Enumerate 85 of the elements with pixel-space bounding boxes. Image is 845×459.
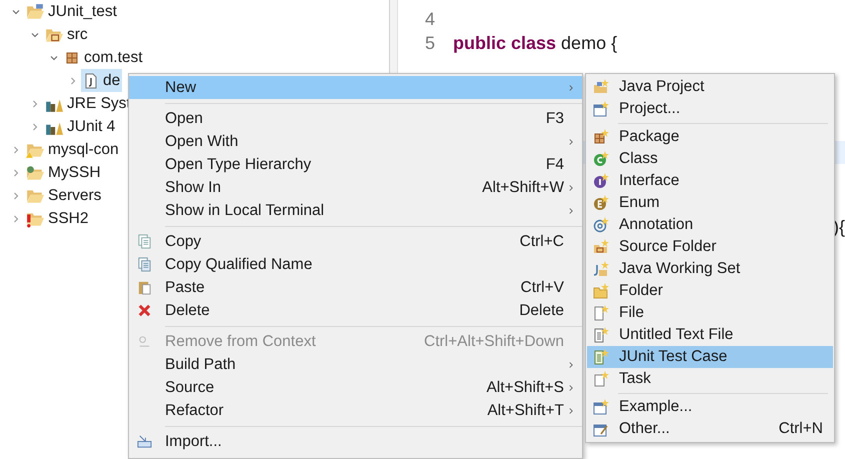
delete-icon [137,303,152,318]
tree-item[interactable]: JUnit 4 [43,114,118,138]
folder-icon [593,283,609,299]
folder-icon [593,79,609,95]
menu-item[interactable]: Delete Delete [129,299,582,322]
tree-item[interactable]: JUnit_test [24,0,119,24]
copy-icon [137,234,152,249]
working-set-icon [593,261,609,277]
menu-item[interactable]: Class [587,148,833,170]
shortcut-label: Ctrl+N [778,419,823,440]
shortcut-label: Alt+Shift+W [482,178,564,198]
menu-item[interactable]: Paste Ctrl+V [129,276,582,299]
code-line: public class demo { [453,32,618,56]
menu-item[interactable]: Import... [129,430,582,453]
import-icon [137,434,152,449]
shortcut-label: Alt+Shift+S [486,378,564,398]
menu-item[interactable]: Other... Ctrl+N [587,418,833,440]
file-icon [593,371,609,387]
menu-item[interactable]: Example... [587,396,833,418]
menu-item[interactable]: Source Folder [587,236,833,258]
shortcut-label: Delete [519,300,564,321]
clipboard-icon [137,280,152,295]
tree-item[interactable]: com.test [62,46,145,70]
shortcut-label: F3 [546,108,564,129]
text-file-icon [593,349,609,365]
tree-item-label: mysql-con [48,140,119,160]
circle-letter-icon [593,195,609,211]
tree-item[interactable]: mysql-con [24,138,121,162]
shortcut-label: Ctrl+Alt+Shift+Down [424,332,564,352]
menu-item[interactable]: Open Type Hierarchy F4 [129,153,582,176]
copy-icon [137,257,152,272]
tree-item[interactable]: de [81,68,122,92]
shortcut-label: F4 [546,154,564,175]
folder-icon [26,164,44,182]
menu-item[interactable]: Folder [587,280,833,302]
tree-item[interactable]: src [43,22,90,46]
package-icon [64,50,80,66]
tree-item-label: SSH2 [48,208,88,229]
menu-item[interactable]: Java Project [587,76,833,98]
window-icon [593,101,609,117]
shortcut-label: Ctrl+C [520,232,564,252]
menu-item[interactable]: Copy Qualified Name [129,253,582,276]
menu-item[interactable]: Task [587,368,833,390]
tree-item[interactable]: MySSH [24,160,103,184]
menu-item[interactable]: Build Path [129,353,582,376]
tree-item-label: com.test [84,48,143,68]
menu-item[interactable]: Enum [587,192,833,214]
menu-item[interactable]: Java Working Set [587,258,833,280]
menu-item[interactable]: Annotation [587,214,833,236]
menu-item[interactable]: JUnit Test Case [587,346,833,368]
menu-item[interactable]: Open With [129,130,582,153]
tree-item-label: Servers [48,186,102,206]
shortcut-label: Alt+Shift+T [487,400,564,421]
tree-item-label: JUnit_test [48,2,117,22]
menu-item[interactable]: Show In Alt+Shift+W [129,176,582,199]
tree-item-label: MySSH [48,162,101,183]
menu-item[interactable]: New [129,76,582,99]
file-icon [83,72,99,88]
menu-item[interactable]: Source Alt+Shift+S [129,376,582,399]
circle-letter-icon [593,173,609,189]
package-icon [593,129,609,145]
menu-item[interactable]: Refactor Alt+Shift+T [129,399,582,422]
menu-item[interactable]: Package [587,126,833,148]
line-number: 5 [424,32,435,56]
menu-item[interactable]: File [587,302,833,324]
tree-item-label: de [103,70,120,91]
file-icon [593,305,609,321]
menu-item[interactable]: Interface [587,170,833,192]
folder-icon [593,239,609,255]
menu-item[interactable]: Open F3 [129,107,582,130]
tree-item-label: src [67,24,88,45]
line-number: 4 [424,8,435,31]
menu-item[interactable]: Project... [587,98,833,120]
menu-item[interactable]: Copy Ctrl+C [129,230,582,253]
tree-item[interactable]: SSH2 [24,206,90,230]
window-icon [593,399,609,415]
text-file-icon [593,327,609,343]
tree-item-label: JUnit 4 [67,116,116,137]
menu-item[interactable]: Untitled Text File [587,324,833,346]
menu-item[interactable]: Show in Local Terminal [129,199,582,222]
circle-letter-icon [593,151,609,167]
remove-icon [137,334,152,349]
tree-item[interactable]: Servers [24,184,104,208]
folder-icon [26,2,44,20]
shortcut-label: Ctrl+V [520,278,564,298]
